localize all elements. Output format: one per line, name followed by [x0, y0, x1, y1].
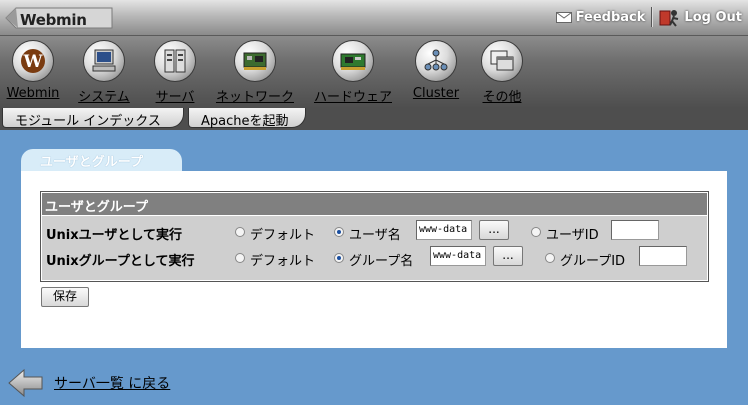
group-name-label: グループ名 [349, 254, 414, 269]
user-id-radio[interactable] [531, 227, 541, 237]
group-default-radio[interactable] [235, 253, 245, 263]
unix-group-row: Unixグループとして実行 デフォルト グループ名 www-data ... グ… [42, 245, 707, 271]
category-bar: W Webmin システム サーバ ネットワーク ハードウェア Cluster … [0, 36, 748, 108]
category-network[interactable]: ネットワーク [213, 40, 297, 105]
category-hardware[interactable]: ハードウェア [310, 40, 396, 105]
group-id-input[interactable] [639, 246, 687, 266]
windows-icon [481, 40, 523, 82]
webmin-logo[interactable]: Webmin [4, 4, 116, 32]
category-webmin[interactable]: W Webmin [6, 40, 60, 101]
category-label: サーバ [155, 90, 195, 105]
logout-label: Log Out [684, 9, 742, 25]
category-servers[interactable]: サーバ [148, 40, 202, 105]
top-bar: Webmin Feedback Log Out [0, 0, 748, 36]
back-arrow-icon [8, 368, 43, 398]
user-group-form: ユーザとグループ Unixユーザとして実行 デフォルト ユーザ名 www-dat… [40, 191, 709, 282]
user-id-input[interactable] [611, 220, 659, 240]
logout-icon [659, 10, 679, 27]
feedback-link[interactable]: Feedback [555, 9, 646, 25]
group-name-radio[interactable] [334, 253, 344, 263]
unix-user-row: Unixユーザとして実行 デフォルト ユーザ名 www-data ... ユーザ… [42, 219, 707, 245]
app-name: Webmin [20, 11, 87, 29]
category-label: Cluster [412, 86, 460, 101]
user-default-radio[interactable] [235, 227, 245, 237]
category-others[interactable]: その他 [475, 40, 529, 105]
group-browse-button[interactable]: ... [493, 246, 523, 266]
form-body: Unixユーザとして実行 デフォルト ユーザ名 www-data ... ユーザ… [42, 216, 707, 280]
save-button[interactable]: 保存 [41, 287, 89, 307]
category-label: ネットワーク [215, 90, 294, 105]
category-label: システム [78, 90, 130, 105]
module-tabs: モジュール インデックス Apacheを起動 [0, 108, 748, 130]
network-board-icon [234, 40, 276, 82]
user-name-radio[interactable] [334, 227, 344, 237]
hardware-board-icon [332, 40, 374, 82]
user-name-label: ユーザ名 [349, 228, 401, 243]
group-id-label: グループID [560, 254, 626, 269]
user-id-label: ユーザID [546, 228, 599, 243]
group-id-radio[interactable] [545, 253, 555, 263]
category-system[interactable]: システム [73, 40, 135, 105]
group-default-label: デフォルト [250, 254, 316, 269]
header-separator [651, 7, 654, 27]
main-panel: ユーザとグループ Unixユーザとして実行 デフォルト ユーザ名 www-dat… [21, 171, 727, 348]
group-name-input[interactable]: www-data [430, 246, 486, 266]
server-icon [154, 40, 196, 82]
feedback-label: Feedback [575, 9, 646, 25]
webmin-logo-icon: W [12, 40, 54, 82]
cluster-icon [415, 40, 457, 82]
user-browse-button[interactable]: ... [479, 220, 509, 240]
page-title-tab: ユーザとグループ [21, 149, 182, 173]
module-index-tab[interactable]: モジュール インデックス [2, 108, 184, 129]
page-title: ユーザとグループ [40, 155, 143, 170]
section-header: ユーザとグループ [42, 193, 707, 215]
user-name-input[interactable]: www-data [416, 220, 472, 240]
category-label: Webmin [6, 86, 60, 101]
unix-user-label: Unixユーザとして実行 [46, 228, 183, 243]
category-cluster[interactable]: Cluster [409, 40, 463, 101]
category-label: その他 [482, 90, 522, 105]
unix-group-label: Unixグループとして実行 [46, 254, 195, 269]
computer-icon [83, 40, 125, 82]
logout-link[interactable]: Log Out [659, 7, 742, 27]
category-label: ハードウェア [313, 90, 392, 105]
envelope-icon [555, 11, 572, 23]
user-default-label: デフォルト [250, 228, 316, 243]
back-link-label[interactable]: サーバ一覧 に戻る [54, 373, 170, 393]
back-link[interactable]: サーバ一覧 に戻る [8, 368, 170, 398]
start-apache-tab[interactable]: Apacheを起動 [188, 108, 306, 129]
svg-text:W: W [22, 52, 43, 72]
